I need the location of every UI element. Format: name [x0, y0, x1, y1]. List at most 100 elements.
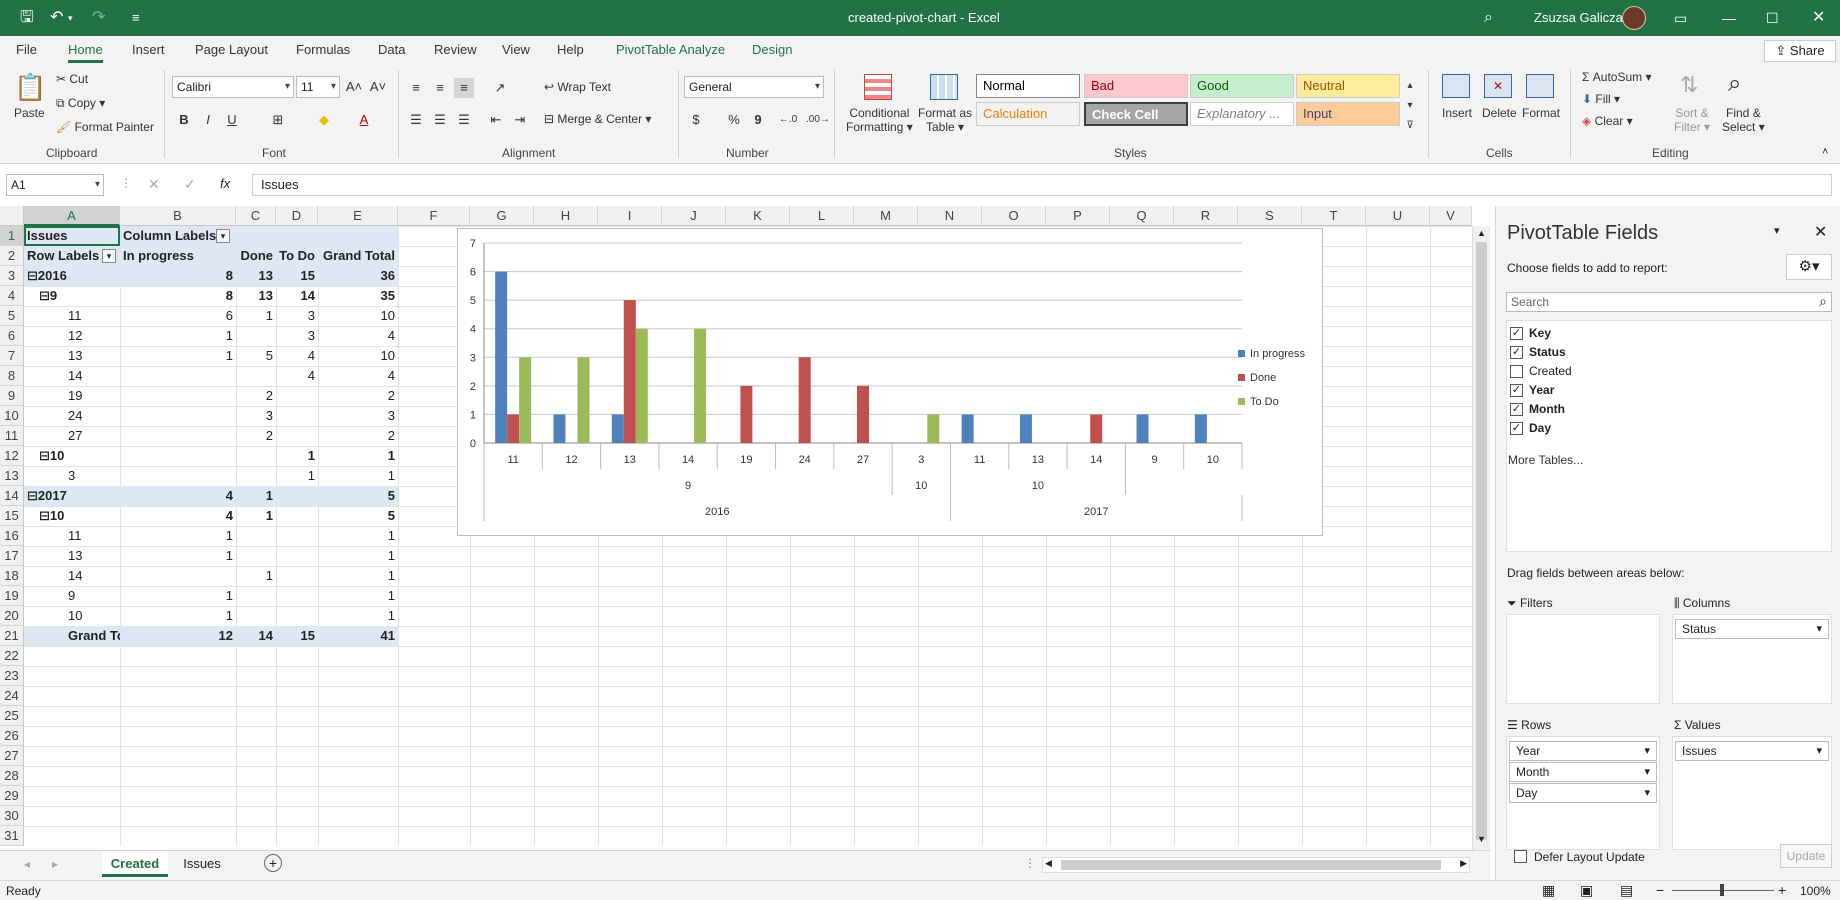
cell-e4[interactable]: 35 [318, 286, 398, 306]
cell-d10[interactable] [276, 406, 318, 426]
more-tables-link[interactable]: More Tables... [1508, 453, 1583, 467]
cell-e20[interactable]: 1 [318, 606, 398, 626]
field-label-key[interactable]: Key [1529, 326, 1551, 340]
cell-b30[interactable] [120, 806, 236, 826]
cell-e14[interactable]: 5 [318, 486, 398, 506]
cell-e18[interactable]: 1 [318, 566, 398, 586]
bar-done-5[interactable] [798, 357, 811, 443]
cell-c9[interactable]: 2 [236, 386, 276, 406]
row-header[interactable]: 30 [0, 806, 24, 826]
undo-dropdown-icon[interactable]: ▾ [68, 0, 73, 36]
field-checkbox-month[interactable]: ✓ [1510, 403, 1523, 416]
copy-button[interactable]: ⧉ Copy ▾ [56, 96, 105, 111]
cell-b14[interactable]: 4 [120, 486, 236, 506]
cell-a19[interactable]: 9 [24, 586, 120, 606]
wrap-text-button[interactable]: ↩ Wrap Text [544, 80, 611, 94]
cell-c14[interactable]: 1 [236, 486, 276, 506]
fill-color-icon[interactable]: ◆ [314, 110, 334, 130]
cell-b3[interactable]: 8 [120, 266, 236, 286]
cell-c5[interactable]: 1 [236, 306, 276, 326]
columns-area[interactable]: Status [1672, 614, 1832, 704]
cell-b15[interactable]: 4 [120, 506, 236, 526]
column-header-j[interactable]: J [662, 206, 726, 226]
cell-style-0[interactable]: Normal [976, 74, 1080, 98]
row-header[interactable]: 14 [0, 486, 24, 506]
cell-d16[interactable] [276, 526, 318, 546]
field-checkbox-year[interactable]: ✓ [1510, 384, 1523, 397]
bar-in-progress-9[interactable] [1019, 414, 1032, 443]
tab-data[interactable]: Data [378, 42, 405, 57]
bar-in-progress-1[interactable] [553, 414, 566, 443]
bar-in-progress-11[interactable] [1136, 414, 1149, 443]
row-header[interactable]: 21 [0, 626, 24, 646]
close-icon[interactable]: ✕ [1812, 0, 1825, 36]
cell-a7[interactable]: 13 [24, 346, 120, 366]
cell-e30[interactable] [318, 806, 398, 826]
column-header-g[interactable]: G [470, 206, 534, 226]
cell-a20[interactable]: 10 [24, 606, 120, 626]
horizontal-scroll-thumb[interactable] [1061, 860, 1441, 870]
cell-d25[interactable] [276, 706, 318, 726]
fill-button[interactable]: ⬇ Fill ▾ [1582, 92, 1620, 106]
cell-c29[interactable] [236, 786, 276, 806]
cell-a29[interactable] [24, 786, 120, 806]
rows-field-month[interactable]: Month [1509, 762, 1657, 782]
column-header-i[interactable]: I [598, 206, 662, 226]
zoom-in-icon[interactable]: + [1778, 882, 1786, 898]
save-icon[interactable]: 🖫 [20, 0, 34, 36]
cell-e13[interactable]: 1 [318, 466, 398, 486]
cell-a27[interactable] [24, 746, 120, 766]
horizontal-scrollbar[interactable]: ◀ ▶ [1042, 857, 1470, 873]
cell-b2[interactable]: In progress [120, 246, 236, 266]
cell-b27[interactable] [120, 746, 236, 766]
decrease-font-icon[interactable]: A˅ [368, 77, 388, 97]
tab-design[interactable]: Design [752, 42, 792, 57]
align-center-icon[interactable]: ☰ [430, 110, 450, 130]
page-break-view-icon[interactable]: ▤ [1620, 882, 1633, 899]
cell-b8[interactable] [120, 366, 236, 386]
prev-sheet-icon[interactable]: ◂ [24, 857, 30, 871]
row-header[interactable]: 28 [0, 766, 24, 786]
column-header-b[interactable]: B [120, 206, 236, 226]
pane-options-icon[interactable]: ▾ [1774, 224, 1780, 237]
row-header[interactable]: 5 [0, 306, 24, 326]
cell-d12[interactable]: 1 [276, 446, 318, 466]
cell-e11[interactable]: 2 [318, 426, 398, 446]
row-header[interactable]: 23 [0, 666, 24, 686]
bar-in-progress-2[interactable] [611, 414, 624, 443]
insert-function-icon[interactable]: fx [220, 176, 230, 191]
bar-done-10[interactable] [1090, 414, 1103, 443]
row-labels-filter-button[interactable]: ▾ [102, 249, 116, 263]
cell-a17[interactable]: 13 [24, 546, 120, 566]
cell-d1[interactable] [276, 226, 318, 246]
avatar[interactable] [1622, 6, 1646, 30]
tab-file[interactable]: File [16, 42, 37, 57]
cell-e27[interactable] [318, 746, 398, 766]
page-layout-view-icon[interactable]: ▣ [1580, 882, 1593, 899]
cell-d15[interactable] [276, 506, 318, 526]
cell-d17[interactable] [276, 546, 318, 566]
column-header-p[interactable]: P [1046, 206, 1110, 226]
cell-c20[interactable] [236, 606, 276, 626]
cell-c10[interactable]: 3 [236, 406, 276, 426]
cell-a6[interactable]: 12 [24, 326, 120, 346]
cell-b23[interactable] [120, 666, 236, 686]
cell-e7[interactable]: 10 [318, 346, 398, 366]
cell-a31[interactable] [24, 826, 120, 846]
cell-d19[interactable] [276, 586, 318, 606]
cell-b28[interactable] [120, 766, 236, 786]
cut-button[interactable]: ✂ Cut [56, 72, 88, 86]
tab-split-icon[interactable]: ⋮ [1024, 856, 1036, 870]
find-icon[interactable]: ⌕ [1728, 70, 1741, 98]
increase-font-icon[interactable]: A˄ [344, 77, 364, 97]
cell-e3[interactable]: 36 [318, 266, 398, 286]
row-header[interactable]: 18 [0, 566, 24, 586]
cell-e12[interactable]: 1 [318, 446, 398, 466]
paste-icon[interactable]: 📋 [14, 72, 46, 103]
font-name-select[interactable]: Calibri [172, 76, 294, 98]
column-header-q[interactable]: Q [1110, 206, 1174, 226]
cell-style-2[interactable]: Good [1190, 74, 1294, 98]
column-header-c[interactable]: C [236, 206, 276, 226]
align-right-icon[interactable]: ☰ [454, 110, 474, 130]
cell-c7[interactable]: 5 [236, 346, 276, 366]
